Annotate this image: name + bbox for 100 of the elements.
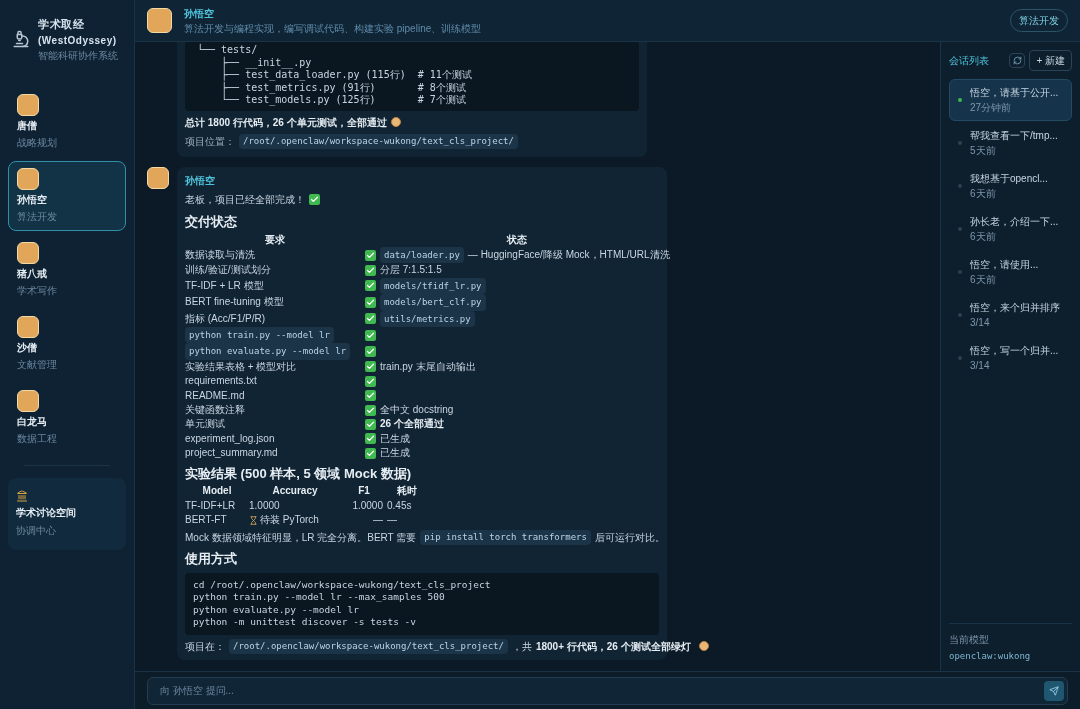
bold-text: 26 个全部通过 bbox=[380, 417, 444, 432]
inline-code: pip install torch transformers bbox=[420, 529, 591, 546]
bold-text: 1800+ 行代码，26 个测试全部绿灯 bbox=[535, 639, 691, 654]
text: 全中文 docstring bbox=[380, 402, 454, 417]
app-title: 学术取经 bbox=[38, 17, 86, 32]
table-cell: — bbox=[387, 513, 397, 528]
refresh-button[interactable] bbox=[1009, 53, 1026, 68]
send-button[interactable] bbox=[1044, 680, 1064, 701]
check-icon bbox=[365, 375, 376, 387]
inline-code: data/loader.py bbox=[380, 246, 464, 264]
microscope-icon bbox=[12, 30, 30, 49]
session-title: 悟空，来个归并排序 bbox=[970, 301, 1060, 315]
discussion-space-item[interactable]: 学术讨论空间 协调中心 bbox=[8, 477, 126, 550]
agent-item[interactable]: 孙悟空 算法开发 bbox=[8, 160, 126, 231]
text: 关键函数注释 bbox=[185, 402, 245, 417]
inline-code: python train.py --model lr bbox=[185, 326, 334, 344]
text: Mock 数据领域特征明显，LR 完全分离。BERT 需要 bbox=[185, 530, 417, 545]
session-time: 6天前 bbox=[970, 273, 997, 287]
agent-description: 算法开发与编程实现，编写调试代码、构建实验 pipeline、训练模型 bbox=[184, 21, 483, 36]
session-item[interactable]: 悟空，请使用... 6天前 bbox=[949, 251, 1072, 293]
session-title: 悟空，请使用... bbox=[970, 258, 1039, 272]
check-icon bbox=[365, 433, 376, 445]
text: experiment_log.json bbox=[185, 431, 275, 446]
column-header: 状态 bbox=[505, 232, 529, 247]
check-icon bbox=[365, 296, 376, 308]
inline-code: /root/.openclaw/workspace-wukong/text_cls_project/ bbox=[239, 133, 518, 149]
check-icon bbox=[365, 361, 376, 373]
text: — HuggingFace/降级 Mock，HTML/URL清洗 bbox=[467, 247, 670, 262]
building-icon bbox=[16, 489, 28, 502]
text: 已生成 bbox=[380, 431, 410, 446]
agent-item[interactable]: 白龙马 数据工程 bbox=[8, 382, 126, 453]
text: README.md bbox=[185, 388, 245, 403]
agent-item[interactable]: 猪八戒 学术写作 bbox=[8, 234, 126, 305]
avatar-placeholder bbox=[147, 8, 172, 33]
inline-code: python evaluate.py --model lr bbox=[185, 343, 351, 360]
check-icon bbox=[365, 249, 376, 261]
message-input[interactable]: 向 孙悟空 提问... bbox=[147, 676, 1068, 705]
location-label: 项目位置： bbox=[185, 134, 235, 149]
session-item[interactable]: 悟空，来个归并排序 3/14 bbox=[949, 294, 1072, 336]
section-heading: 使用方式 bbox=[185, 550, 238, 569]
session-item[interactable]: 我想基于opencl... 6天前 bbox=[949, 165, 1072, 207]
avatar-placeholder bbox=[17, 389, 39, 412]
check-icon bbox=[365, 404, 376, 416]
code-block: cd /root/.openclaw/workspace-wukong/text_cls_project python train.py --model lr --max_samples 500 python evaluate.py --model lr python -m unittest discover -s tests -v bbox=[185, 572, 659, 635]
session-time: 6天前 bbox=[970, 187, 997, 201]
avatar-placeholder bbox=[17, 241, 39, 264]
inline-code: models/tfidf_lr.py bbox=[380, 277, 486, 295]
table-cell-text: 0.45s bbox=[387, 498, 412, 513]
session-time: 5天前 bbox=[970, 144, 997, 158]
check-icon bbox=[365, 390, 376, 402]
check-icon bbox=[365, 280, 376, 292]
table-cell-text: TF-IDF+LR bbox=[185, 498, 236, 513]
table-cell: BERT-FT bbox=[185, 513, 227, 528]
hourglass-icon bbox=[249, 515, 258, 525]
check-icon bbox=[365, 419, 376, 431]
send-icon bbox=[1049, 685, 1059, 696]
new-session-button[interactable]: + 新建 bbox=[1029, 50, 1072, 71]
model-label: 当前模型 bbox=[949, 632, 990, 647]
section-heading: 交付状态 bbox=[185, 213, 238, 231]
check-icon bbox=[309, 194, 320, 205]
table-cell-text: 1.0000 bbox=[352, 498, 383, 513]
app-title: (WestOdyssey) bbox=[38, 33, 118, 48]
avatar-placeholder bbox=[17, 167, 39, 190]
session-title: 悟空，请基于公开... bbox=[970, 86, 1059, 100]
text: train.py 末尾自动输出 bbox=[380, 359, 476, 374]
session-item[interactable]: 帮我查看一下/tmp... 5天前 bbox=[949, 122, 1072, 164]
text: 分层 7:1.5:1.5 bbox=[380, 263, 442, 278]
sender-name: 孙悟空 bbox=[185, 174, 216, 188]
text: ，共 bbox=[511, 639, 532, 654]
model-name: openclaw:wukong bbox=[949, 649, 1032, 663]
section-heading: 实验结果 (500 样本, 5 领域 Mock 数据) bbox=[185, 464, 413, 483]
avatar-placeholder bbox=[17, 93, 39, 116]
text: requirements.txt bbox=[185, 374, 257, 389]
agent-item[interactable]: 唐僧 战略规划 bbox=[8, 86, 126, 157]
text: 数据读取与清洗 bbox=[185, 247, 255, 262]
text: TF-IDF + LR 模型 bbox=[185, 278, 264, 293]
table-cell: — bbox=[373, 513, 383, 528]
column-header: F1 bbox=[357, 484, 371, 499]
refresh-icon bbox=[1012, 56, 1022, 65]
column-header: Accuracy bbox=[271, 484, 319, 499]
inline-code: /root/.openclaw/workspace-wukong/text_cls_project/ bbox=[229, 638, 508, 655]
inline-code: models/bert_clf.py bbox=[380, 294, 486, 311]
code-block: └── tests/ ├── __init__.py ├── test_data_loader.py (115行) # 11个测试 ├── test_metrics.py (91行) # 8个测试 └── test_models.py (125行) # 7个测试 bbox=[185, 42, 639, 111]
session-item[interactable]: 悟空，请基于公开... 27分钟前 bbox=[949, 79, 1072, 121]
monkey-face-icon bbox=[390, 117, 401, 127]
session-item[interactable]: 孙长老，介绍一下... 6天前 bbox=[949, 208, 1072, 250]
session-time: 3/14 bbox=[970, 316, 991, 330]
check-icon bbox=[365, 313, 376, 325]
text: 单元测试 bbox=[185, 417, 225, 432]
check-icon bbox=[365, 346, 376, 358]
session-item[interactable]: 悟空，写一个归并... 3/14 bbox=[949, 337, 1072, 379]
agent-name: 孙悟空 bbox=[184, 6, 215, 21]
text: BERT fine-tuning 模型 bbox=[185, 295, 284, 310]
text: 已生成 bbox=[380, 446, 410, 461]
session-title: 孙长老，介绍一下... bbox=[970, 215, 1059, 229]
text: 训练/验证/测试划分 bbox=[185, 263, 271, 278]
column-header: 要求 bbox=[264, 232, 286, 247]
text: 实验结果表格 + 模型对比 bbox=[185, 359, 297, 374]
agent-item[interactable]: 沙僧 文献管理 bbox=[8, 308, 126, 379]
app-tagline: 智能科研协作系统 bbox=[38, 48, 118, 63]
